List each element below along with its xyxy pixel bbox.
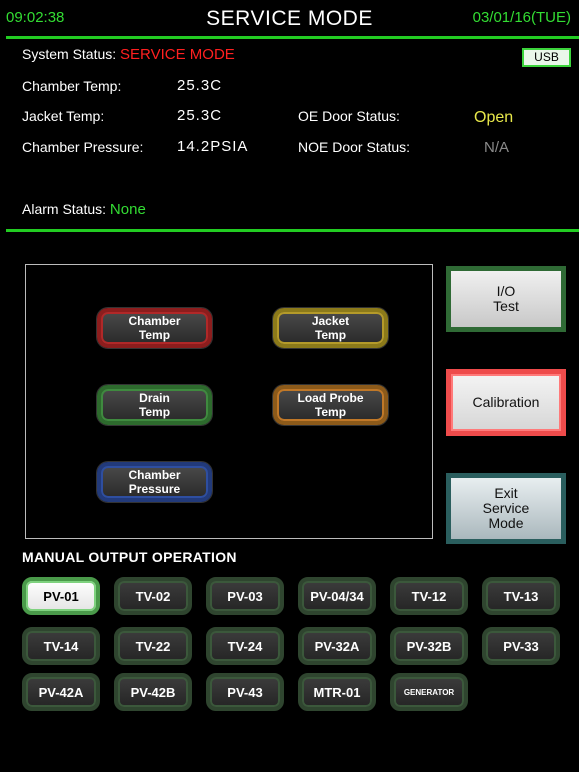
tv-02-button[interactable]: TV-02 <box>114 577 192 615</box>
load-probe-temp-sensor-button[interactable]: Load Probe Temp <box>273 385 388 425</box>
date-display: 03/01/16(TUE) <box>472 9 571 26</box>
pv-32a-button[interactable]: PV-32A <box>298 627 376 665</box>
pv-32b-button[interactable]: PV-32B <box>390 627 468 665</box>
tv-24-button[interactable]: TV-24 <box>206 627 284 665</box>
chamber-pressure-sensor-button[interactable]: Chamber Pressure <box>97 462 212 502</box>
noe-door-value: N/A <box>484 139 510 156</box>
io-test-button[interactable]: I/O Test <box>446 266 566 332</box>
drain-temp-sensor-button[interactable]: Drain Temp <box>97 385 212 425</box>
usb-button[interactable]: USB <box>522 48 571 67</box>
alarm-status-value: None <box>109 201 146 218</box>
pv-03-button[interactable]: PV-03 <box>206 577 284 615</box>
pv-43-button[interactable]: PV-43 <box>206 673 284 711</box>
load-probe-temp-sensor-label: Load Probe Temp <box>297 391 364 419</box>
chamber-temp-value: 25.3C <box>177 77 223 94</box>
chamber-pressure-value: 14.2PSIA <box>177 138 249 155</box>
pv-01-button[interactable]: PV-01 <box>22 577 100 615</box>
calibration-label: Calibration <box>472 394 540 410</box>
manual-output-title: MANUAL OUTPUT OPERATION <box>22 549 237 565</box>
chamber-temp-sensor-label: Chamber Temp <box>128 314 181 342</box>
exit-service-mode-label: Exit Service Mode <box>482 485 530 531</box>
noe-door-label: NOE Door Status: <box>298 139 411 155</box>
pv-42b-button[interactable]: PV-42B <box>114 673 192 711</box>
generator-button[interactable]: GENERATOR <box>390 673 468 711</box>
exit-service-mode-button[interactable]: Exit Service Mode <box>446 473 566 544</box>
system-status-label: System Status: <box>22 46 117 62</box>
jacket-temp-value: 25.3C <box>177 107 223 124</box>
tv-14-button[interactable]: TV-14 <box>22 627 100 665</box>
chamber-pressure-sensor-label: Chamber Pressure <box>128 468 181 496</box>
jacket-temp-label: Jacket Temp: <box>22 108 105 124</box>
system-status: System Status: SERVICE MODE <box>22 46 235 63</box>
pv-42a-button[interactable]: PV-42A <box>22 673 100 711</box>
calibration-button[interactable]: Calibration <box>446 369 566 436</box>
status-divider <box>6 229 579 232</box>
chamber-pressure-label: Chamber Pressure: <box>22 139 144 155</box>
tv-13-button[interactable]: TV-13 <box>482 577 560 615</box>
system-status-value: SERVICE MODE <box>120 46 235 63</box>
sensor-panel: Chamber Temp Jacket Temp Drain Temp Load… <box>25 264 433 539</box>
chamber-temp-label: Chamber Temp: <box>22 78 122 94</box>
drain-temp-sensor-label: Drain Temp <box>138 391 171 419</box>
alarm-status: Alarm Status: None <box>22 201 146 218</box>
jacket-temp-sensor-button[interactable]: Jacket Temp <box>273 308 388 348</box>
mtr-01-button[interactable]: MTR-01 <box>298 673 376 711</box>
header-divider <box>6 36 579 39</box>
oe-door-value: Open <box>474 109 514 126</box>
alarm-status-label: Alarm Status: <box>22 201 107 217</box>
tv-22-button[interactable]: TV-22 <box>114 627 192 665</box>
jacket-temp-sensor-label: Jacket Temp <box>311 314 350 342</box>
pv-04-34-button[interactable]: PV-04/34 <box>298 577 376 615</box>
oe-door-label: OE Door Status: <box>298 108 400 124</box>
tv-12-button[interactable]: TV-12 <box>390 577 468 615</box>
io-test-label: I/O Test <box>493 283 519 314</box>
chamber-temp-sensor-button[interactable]: Chamber Temp <box>97 308 212 348</box>
pv-33-button[interactable]: PV-33 <box>482 627 560 665</box>
